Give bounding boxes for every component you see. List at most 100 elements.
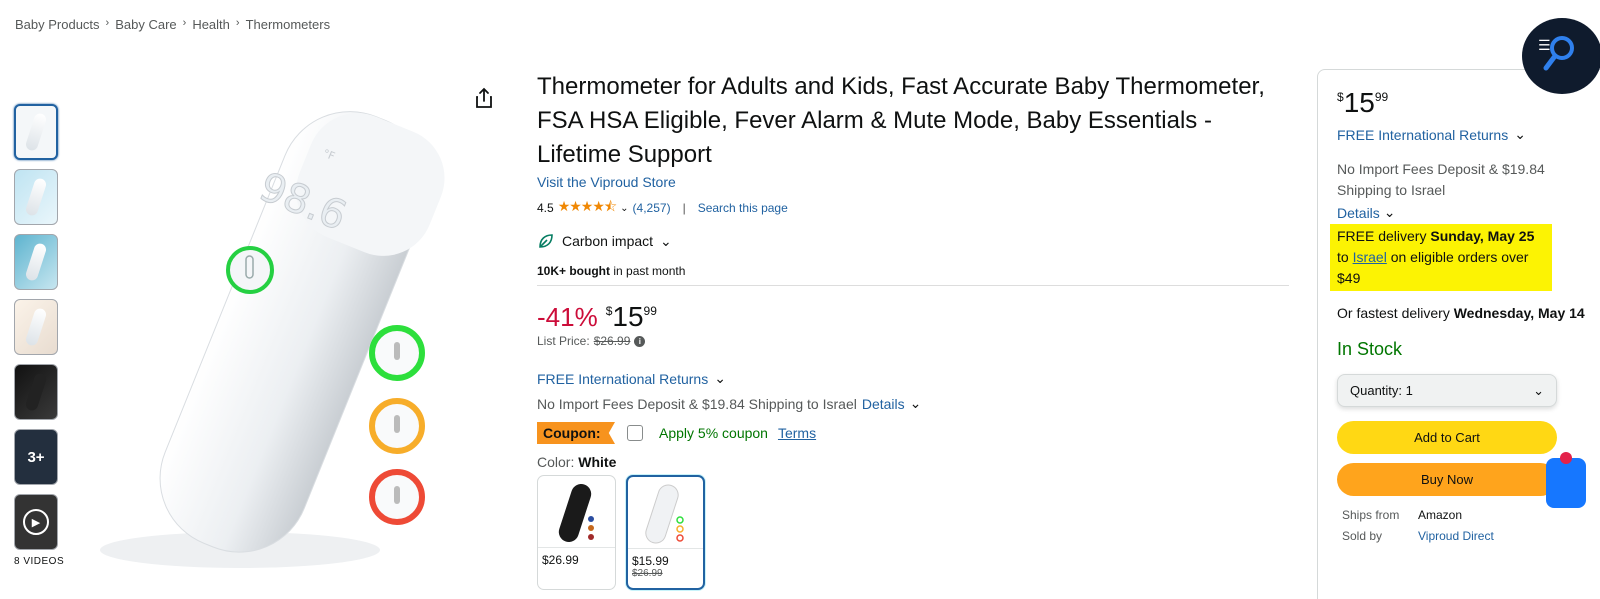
coupon-badge: Coupon:: [537, 422, 615, 444]
search-this-page-link[interactable]: Search this page: [698, 201, 788, 215]
coupon-text[interactable]: Apply 5% coupon: [659, 425, 768, 441]
buybox-import-fees: No Import Fees Deposit & $19.84 Shipping…: [1337, 161, 1545, 198]
divider: |: [682, 201, 686, 215]
carbon-impact-toggle[interactable]: Carbon impact ⌄: [537, 232, 1289, 250]
magnifier-icon: ☰: [1538, 36, 1574, 71]
color-swatches: $26.99 $15.99 $26.99: [537, 475, 1289, 590]
notification-badge: [1560, 452, 1572, 464]
breadcrumb-thermometers[interactable]: Thermometers: [246, 17, 331, 32]
ships-from-value: Amazon: [1418, 508, 1463, 522]
thumbnail-4[interactable]: [14, 299, 58, 355]
quantity-select[interactable]: Quantity: 1 ⌄: [1337, 374, 1557, 407]
swatch-white[interactable]: $15.99 $26.99: [626, 475, 705, 590]
videos-count-label: 8 VIDEOS: [14, 556, 65, 567]
chevron-right-icon: ›: [182, 17, 187, 29]
quantity-label: Quantity:: [1350, 383, 1403, 398]
info-icon[interactable]: i: [634, 335, 646, 347]
coupon-terms-link[interactable]: Terms: [778, 425, 816, 441]
buybox-price-fraction: 99: [1374, 90, 1389, 104]
price-whole: 15: [612, 301, 644, 332]
product-details: Thermometer for Adults and Kids, Fast Ac…: [537, 70, 1289, 590]
swatch-black-price: $26.99: [542, 553, 579, 567]
chevron-right-icon: ›: [235, 17, 240, 29]
buybox-details-link[interactable]: Details ⌄: [1337, 204, 1597, 221]
thumbnail-strip: 3+ ▶ 8 VIDEOS: [14, 104, 64, 567]
leaf-icon: [539, 234, 553, 248]
svg-text:☰: ☰: [1538, 38, 1551, 54]
add-to-cart-button[interactable]: Add to Cart: [1337, 421, 1557, 454]
sold-by-link[interactable]: Viproud Direct: [1418, 529, 1597, 543]
breadcrumb: Baby Products › Baby Care › Health › The…: [15, 17, 330, 32]
buy-now-button[interactable]: Buy Now: [1337, 463, 1557, 496]
returns-link[interactable]: FREE International Returns ⌄: [537, 370, 1289, 387]
color-selector: Color: White: [537, 454, 1289, 470]
chevron-down-icon[interactable]: ⌄: [910, 395, 922, 412]
color-value: White: [578, 454, 617, 470]
carbon-impact-label: Carbon impact: [562, 233, 654, 249]
thumbnail-5[interactable]: [14, 364, 58, 420]
chevron-down-icon[interactable]: ⌄: [620, 203, 628, 214]
chevron-down-icon: ⌄: [1383, 204, 1396, 220]
buybox-returns-label: FREE International Returns: [1337, 126, 1509, 143]
import-fees: No Import Fees Deposit & $19.84 Shipping…: [537, 395, 1289, 412]
more-images-thumbnail[interactable]: 3+: [14, 429, 58, 485]
returns-label: FREE International Returns: [537, 370, 709, 387]
chevron-down-icon: ⌄: [714, 370, 726, 386]
buy-box: $ 15 99 FREE International Returns ⌄ No …: [1317, 69, 1600, 599]
chevron-right-icon: ›: [105, 17, 110, 29]
rating-row: 4.5 ★★★★⯪ ⌄ (4,257) | Search this page: [537, 196, 1289, 220]
extension-side-tab[interactable]: [1546, 458, 1586, 508]
details-link[interactable]: Details: [862, 396, 905, 412]
list-price-value: $26.99: [593, 334, 631, 348]
chevron-down-icon: ⌄: [1533, 382, 1544, 398]
coupon-checkbox[interactable]: [627, 425, 643, 441]
delivery-date: Sunday, May 25: [1430, 228, 1535, 244]
more-images-count: 3+: [27, 448, 45, 466]
breadcrumb-health[interactable]: Health: [192, 17, 230, 32]
extension-search-widget[interactable]: ☰: [1522, 18, 1600, 94]
price-currency: $: [605, 304, 613, 318]
stock-status: In Stock: [1337, 339, 1403, 359]
rating-value: 4.5: [537, 201, 554, 215]
buybox-price-currency: $: [1337, 90, 1344, 104]
thumbnail-2[interactable]: [14, 169, 58, 225]
swatch-black[interactable]: $26.99: [537, 475, 616, 590]
share-icon[interactable]: [472, 86, 496, 110]
swatch-white-price: $15.99: [632, 554, 669, 568]
quantity-value: 1: [1405, 383, 1413, 398]
list-price-label: List Price:: [537, 334, 590, 348]
price-block: -41% $ 15 99: [537, 301, 1289, 333]
breadcrumb-baby-products[interactable]: Baby Products: [15, 17, 100, 32]
video-thumbnail[interactable]: ▶: [14, 494, 58, 550]
ships-from-label: Ships from: [1342, 508, 1400, 522]
delivery-location-link[interactable]: Israel: [1353, 249, 1387, 265]
buybox-details-label: Details: [1337, 204, 1380, 221]
product-title: Thermometer for Adults and Kids, Fast Ac…: [537, 73, 1265, 168]
main-product-image[interactable]: 98.6 °F: [90, 80, 460, 580]
delivery-prefix: FREE delivery: [1337, 228, 1431, 244]
chevron-down-icon: ⌄: [660, 232, 672, 249]
buybox-price-whole: 15: [1343, 87, 1375, 118]
swatch-white-image: [628, 477, 703, 549]
discount-percent: -41%: [537, 302, 598, 332]
chevron-down-icon: ⌄: [1514, 126, 1526, 142]
thumbnail-3[interactable]: [14, 234, 58, 290]
swatch-black-image: [538, 476, 615, 548]
ratings-count-link[interactable]: (4,257): [633, 201, 671, 215]
thumbnail-1[interactable]: [14, 104, 58, 160]
delivery-info: FREE delivery Sunday, May 25 to Israel o…: [1330, 224, 1552, 291]
import-fees-text: No Import Fees Deposit & $19.84 Shipping…: [537, 395, 857, 412]
fastest-delivery-prefix: Or fastest delivery: [1337, 305, 1454, 321]
swatch-white-old-price: $26.99: [632, 568, 663, 579]
fastest-delivery-date: Wednesday, May 14: [1453, 305, 1585, 321]
breadcrumb-baby-care[interactable]: Baby Care: [115, 17, 176, 32]
play-icon: ▶: [23, 509, 49, 535]
sold-by-label: Sold by: [1342, 529, 1383, 543]
delivery-to: to: [1337, 249, 1353, 265]
store-link[interactable]: Visit the Viproud Store: [537, 174, 1289, 190]
ships-sold-info: Ships from Amazon Sold by Viproud Direct: [1337, 508, 1597, 543]
color-label: Color:: [537, 454, 575, 470]
buybox-returns-link[interactable]: FREE International Returns ⌄: [1337, 126, 1597, 143]
star-rating-icon[interactable]: ★★★★⯪: [558, 196, 617, 220]
price-fraction: 99: [643, 304, 657, 318]
